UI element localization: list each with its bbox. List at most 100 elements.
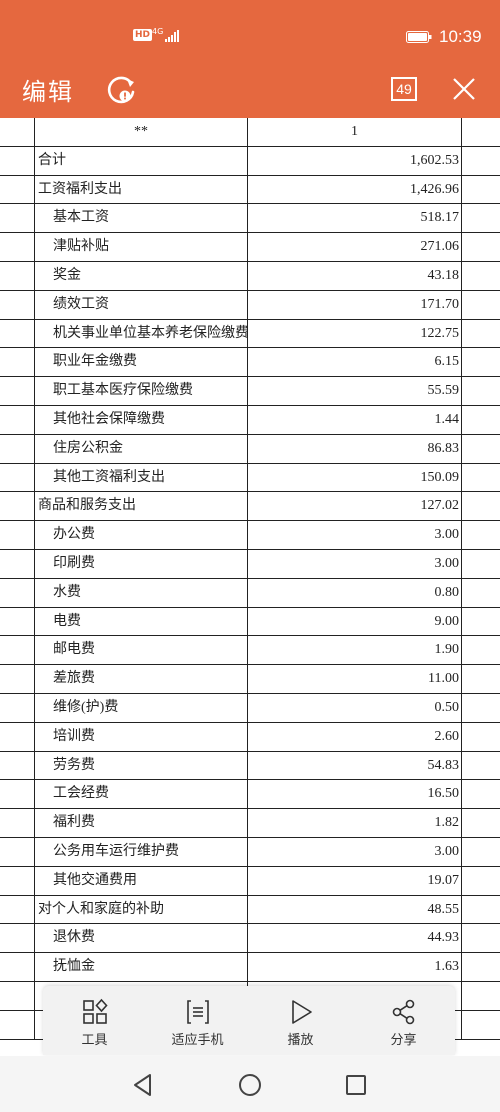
cell-item-name[interactable]: 其他社会保障缴费 [34,406,248,434]
spreadsheet-view[interactable]: ** 1 合计 1,602.53 工资福利支出 1,426.96 基本工资 518.17 津贴补… [0,118,500,1056]
table-row[interactable]: 电费 9.00 [0,607,500,637]
table-row[interactable]: 水费 0.80 [0,578,500,608]
cell-amount[interactable]: 1.82 [248,809,462,837]
cell-item-name[interactable]: 住房公积金 [34,434,248,463]
cell-item-name[interactable]: 维修(护)费 [34,694,248,722]
cell-item-name[interactable]: 奖金 [34,262,248,290]
cell-item-name[interactable]: 基本工资 [34,204,248,233]
cell-item-name[interactable]: 电费 [34,607,248,636]
table-row[interactable]: 退休费 44.93 [0,924,500,954]
cell-amount[interactable]: 86.83 [248,434,462,463]
cell-item-name[interactable]: 退休费 [34,924,248,953]
table-row[interactable]: 津贴补贴 271.06 [0,233,500,262]
cell-amount[interactable]: 1 [248,118,462,146]
cell-amount[interactable]: 9.00 [248,607,462,636]
cell-item-name[interactable]: 职业年金缴费 [34,348,248,377]
close-icon[interactable] [451,76,477,102]
cell-amount[interactable]: 3.00 [248,521,462,549]
table-row[interactable]: 基本工资 518.17 [0,204,500,234]
cell-item-name[interactable]: 福利费 [34,809,248,837]
table-row[interactable]: 培训费 2.60 [0,722,500,752]
table-row[interactable]: 印刷费 3.00 [0,550,500,579]
table-row[interactable]: 职工基本医疗保险缴费 55.59 [0,377,500,406]
tools-button[interactable]: 工具 [43,986,146,1055]
cell-amount[interactable]: 1,602.53 [248,146,462,175]
table-row[interactable]: 机关事业单位基本养老保险缴费 122.75 [0,319,500,349]
table-row[interactable]: 其他工资福利支出 150.09 [0,463,500,493]
cell-item-name[interactable]: 公务用车运行维护费 [34,838,248,866]
table-row[interactable]: 绩效工资 171.70 [0,290,500,320]
cell-amount[interactable]: 171.70 [248,290,462,319]
cell-amount[interactable]: 1.63 [248,953,462,981]
table-row[interactable]: 合计 1,602.53 [0,146,500,176]
cell-item-name[interactable]: 水费 [34,578,248,607]
cell-amount[interactable]: 150.09 [248,463,462,492]
cell-item-name[interactable]: 机关事业单位基本养老保险缴费 [34,319,248,348]
cell-item-name[interactable]: 其他交通费用 [34,866,248,895]
recents-icon[interactable] [343,1072,369,1098]
cell-amount[interactable]: 54.83 [248,751,462,780]
table-row[interactable]: 其他社会保障缴费 1.44 [0,406,500,435]
cell-item-name[interactable]: 印刷费 [34,550,248,578]
table-row[interactable]: 邮电费 1.90 [0,636,500,666]
cell-amount[interactable]: 3.00 [248,550,462,578]
cell-item-name[interactable]: 其他工资福利支出 [34,463,248,492]
cell-amount[interactable]: 48.55 [248,895,462,924]
table-row[interactable]: 奖金 43.18 [0,262,500,291]
cell-amount[interactable]: 44.93 [248,924,462,953]
fit-phone-button[interactable]: 适应手机 [146,986,249,1055]
cell-item-name[interactable]: 工会经费 [34,780,248,809]
table-row[interactable]: 职业年金缴费 6.15 [0,348,500,378]
table-row[interactable]: 工资福利支出 1,426.96 [0,175,500,205]
table-row[interactable]: 其他交通费用 19.07 [0,866,500,896]
table-row[interactable]: 办公费 3.00 [0,521,500,550]
cell-item-name[interactable]: 合计 [34,146,248,175]
page-count-button[interactable]: 49 [391,77,417,101]
table-row[interactable]: 对个人和家庭的补助 48.55 [0,895,500,925]
cell-item-name[interactable]: 抚恤金 [34,953,248,981]
cell-item-name[interactable]: 差旅费 [34,665,248,693]
cell-amount[interactable]: 11.00 [248,665,462,693]
cell-item-name[interactable]: 职工基本医疗保险缴费 [34,377,248,405]
cell-amount[interactable]: 518.17 [248,204,462,233]
cell-item-name[interactable]: 对个人和家庭的补助 [34,895,248,924]
cell-amount[interactable]: 271.06 [248,233,462,261]
cell-amount[interactable]: 3.00 [248,838,462,866]
table-row[interactable]: 商品和服务支出 127.02 [0,492,500,522]
cell-amount[interactable]: 1.90 [248,636,462,665]
cell-item-name[interactable]: ** [34,118,248,146]
table-row[interactable]: 工会经费 16.50 [0,780,500,810]
cell-item-name[interactable]: 邮电费 [34,636,248,665]
table-row[interactable]: 福利费 1.82 [0,809,500,838]
table-row[interactable]: 维修(护)费 0.50 [0,694,500,723]
cell-amount[interactable]: 1,426.96 [248,175,462,204]
table-row[interactable]: 公务用车运行维护费 3.00 [0,838,500,867]
cell-item-name[interactable]: 商品和服务支出 [34,492,248,521]
back-icon[interactable] [130,1072,156,1098]
cell-amount[interactable]: 122.75 [248,319,462,348]
cell-item-name[interactable]: 办公费 [34,521,248,549]
cell-amount[interactable]: 1.44 [248,406,462,434]
cell-amount[interactable]: 0.50 [248,694,462,722]
cell-item-name[interactable]: 劳务费 [34,751,248,780]
cell-amount[interactable]: 16.50 [248,780,462,809]
home-icon[interactable] [237,1072,263,1098]
table-row[interactable]: 劳务费 54.83 [0,751,500,781]
table-header-row[interactable]: ** 1 [0,118,500,147]
cell-amount[interactable]: 6.15 [248,348,462,377]
cell-amount[interactable]: 0.80 [248,578,462,607]
play-button[interactable]: 播放 [249,986,352,1055]
cell-item-name[interactable]: 工资福利支出 [34,175,248,204]
cell-item-name[interactable]: 绩效工资 [34,290,248,319]
cell-amount[interactable]: 43.18 [248,262,462,290]
cell-item-name[interactable]: 津贴补贴 [34,233,248,261]
table-row[interactable]: 抚恤金 1.63 [0,953,500,982]
table-row[interactable]: 差旅费 11.00 [0,665,500,694]
cell-amount[interactable]: 19.07 [248,866,462,895]
sync-icon[interactable] [105,73,139,107]
cell-amount[interactable]: 55.59 [248,377,462,405]
cell-item-name[interactable]: 培训费 [34,722,248,751]
table-row[interactable]: 住房公积金 86.83 [0,434,500,464]
share-button[interactable]: 分享 [352,986,455,1055]
cell-amount[interactable]: 2.60 [248,722,462,751]
